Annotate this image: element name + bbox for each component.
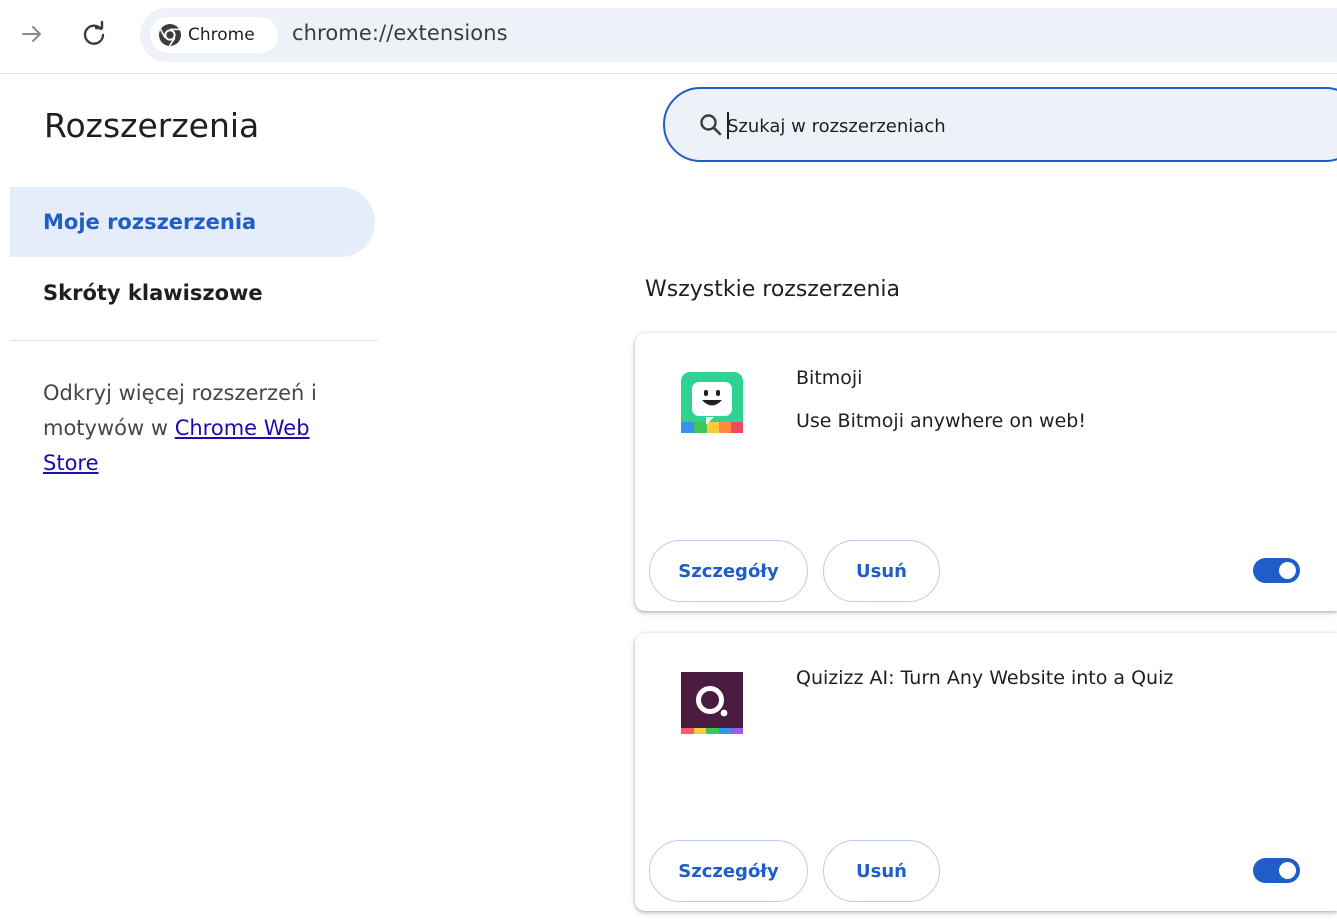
sidebar-divider: [10, 340, 378, 341]
search-input[interactable]: [725, 108, 1309, 144]
bitmoji-icon: [680, 371, 744, 435]
section-title: Wszystkie rozszerzenia: [645, 277, 901, 302]
nav-item-my-extensions[interactable]: Moje rozszerzenia: [10, 187, 375, 257]
forward-button[interactable]: [12, 14, 52, 54]
search-icon: [700, 114, 722, 136]
browser-toolbar: Chrome chrome://extensions: [0, 0, 1337, 74]
reload-button[interactable]: [74, 14, 114, 54]
nav-item-label: Skróty klawiszowe: [43, 281, 263, 305]
remove-button[interactable]: Usuń: [823, 840, 940, 902]
enable-toggle[interactable]: [1253, 558, 1300, 583]
site-chip[interactable]: Chrome: [150, 17, 278, 53]
toggle-knob: [1279, 562, 1296, 579]
remove-button[interactable]: Usuń: [823, 540, 940, 602]
extension-card-quizizz: Quizizz AI: Turn Any Website into a Quiz…: [635, 633, 1337, 911]
text-caret: [727, 112, 729, 139]
extension-description: Use Bitmoji anywhere on web!: [796, 410, 1086, 432]
details-button[interactable]: Szczegóły: [649, 840, 808, 902]
toggle-knob: [1279, 862, 1296, 879]
url-text[interactable]: chrome://extensions: [292, 21, 508, 45]
quizizz-icon: [680, 671, 744, 735]
nav-item-keyboard-shortcuts[interactable]: Skróty klawiszowe: [10, 258, 375, 328]
address-bar[interactable]: Chrome chrome://extensions: [140, 8, 1337, 62]
search-box[interactable]: [663, 87, 1337, 162]
reload-icon: [83, 20, 105, 45]
site-chip-label: Chrome: [188, 25, 255, 45]
details-button[interactable]: Szczegóły: [649, 540, 808, 602]
enable-toggle[interactable]: [1253, 858, 1300, 883]
chrome-logo-icon: [159, 24, 181, 47]
extension-name: Bitmoji: [796, 367, 863, 389]
extension-name: Quizizz AI: Turn Any Website into a Quiz: [796, 667, 1174, 689]
page-title: Rozszerzenia: [44, 106, 260, 145]
arrow-right-icon: [22, 26, 41, 42]
web-store-promo: Odkryj więcej rozszerzeń i motywów w Chr…: [43, 376, 363, 481]
nav-item-label: Moje rozszerzenia: [43, 210, 257, 234]
extension-card-bitmoji: Bitmoji Use Bitmoji anywhere on web! Szc…: [635, 333, 1337, 611]
